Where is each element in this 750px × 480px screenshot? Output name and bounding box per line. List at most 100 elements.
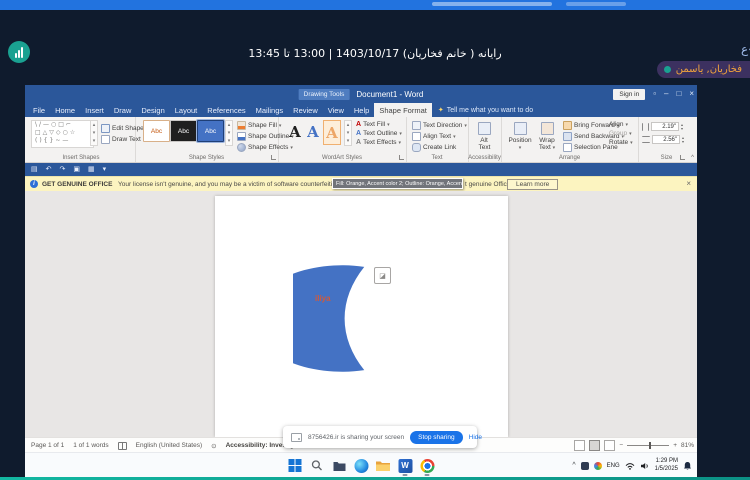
tab-view[interactable]: View — [323, 103, 349, 117]
read-mode-icon[interactable] — [574, 440, 586, 451]
undo-icon[interactable]: ↶ — [46, 166, 52, 173]
sidebar-edge-glyph[interactable]: ع‹ — [741, 42, 750, 56]
crescent-moon-shape[interactable] — [293, 262, 367, 375]
wrap-text-icon — [540, 122, 554, 135]
align-button[interactable]: Align ▾ — [609, 121, 633, 128]
shapes-gallery[interactable]: \/—○□⌐ □△▽◇○☆ (){}~— — [31, 120, 94, 148]
crescent-moon-path[interactable] — [293, 265, 365, 372]
search-button[interactable] — [310, 458, 325, 473]
task-view-button[interactable] — [332, 458, 347, 473]
layout-options-button[interactable]: ◪ — [374, 267, 391, 284]
shape-style-thumb-1[interactable]: Abc — [143, 120, 170, 142]
align-text-button[interactable]: Align Text ▾ — [412, 132, 467, 141]
ribbon: \/—○□⌐ □△▽◇○☆ (){}~— ▴ ▾ ▾ Edit Shape ▾ — [25, 117, 697, 163]
tab-home[interactable]: Home — [50, 103, 80, 117]
wordart-style-2[interactable]: A — [305, 120, 321, 143]
wrap-text-button[interactable]: Wrap Text ▾ — [534, 120, 560, 153]
dropdown-icon: ▾ — [518, 145, 522, 151]
notification-bell-icon[interactable] — [683, 461, 692, 471]
qat-customize-icon[interactable]: ▾ — [103, 166, 107, 173]
edge-button[interactable] — [354, 458, 369, 473]
sign-in-button[interactable]: Sign in — [613, 88, 646, 100]
shape-text[interactable]: iliya — [315, 294, 375, 303]
wordart-style-1[interactable]: A — [287, 120, 303, 143]
group-text: Text Direction ▾ Align Text ▾ Create Lin… — [406, 117, 469, 162]
dialog-launcher-icon[interactable] — [271, 155, 276, 160]
shape-width-input[interactable]: 2.56" — [652, 135, 680, 144]
zoom-slider-thumb[interactable] — [649, 442, 652, 449]
create-link-button[interactable]: Create Link — [412, 143, 467, 152]
minimize-icon[interactable]: – — [664, 90, 668, 98]
document-page[interactable]: iliya ◪ — [215, 196, 508, 437]
clock[interactable]: 1:29 PM 1/5/2025 — [655, 458, 678, 474]
rotate-button[interactable]: Rotate ▾ — [609, 139, 633, 146]
print-layout-icon[interactable] — [589, 440, 601, 451]
text-fill-button[interactable]: A Text Fill ▾ — [356, 121, 402, 128]
dialog-launcher-icon[interactable] — [680, 155, 685, 160]
chrome-taskbar-button[interactable] — [420, 458, 435, 476]
tab-file[interactable]: File — [28, 103, 50, 117]
dialog-launcher-icon[interactable] — [399, 155, 404, 160]
text-direction-label: Text Direction — [423, 122, 463, 129]
width-spinner[interactable]: ▴ ▾ — [682, 135, 684, 144]
start-button[interactable] — [288, 458, 303, 473]
tray-chevron-up-icon[interactable]: ^ — [572, 462, 575, 469]
dropdown-icon: ▾ — [625, 121, 628, 128]
hide-link[interactable]: Hide — [469, 434, 482, 441]
tab-draw[interactable]: Draw — [109, 103, 137, 117]
clipboard-icon[interactable]: ▦ — [88, 166, 95, 173]
touch-mode-icon[interactable]: ▣ — [73, 166, 80, 173]
maximize-icon[interactable]: □ — [676, 90, 681, 98]
wordart-style-3-hovered[interactable]: A — [323, 120, 341, 145]
position-button[interactable]: Position ▾ — [507, 120, 533, 153]
shape-styles-scroll[interactable]: ▴ ▾ ▾ — [225, 120, 233, 146]
learn-more-button[interactable]: Learn more — [507, 179, 559, 190]
tab-mailings[interactable]: Mailings — [251, 103, 289, 117]
redo-icon[interactable]: ↷ — [60, 166, 66, 173]
save-icon[interactable]: ▤ — [31, 166, 38, 173]
shape-height-input[interactable]: 2.19" — [651, 122, 679, 131]
tab-references[interactable]: References — [202, 103, 250, 117]
tell-me-search[interactable]: ✦ Tell me what you want to do — [432, 103, 539, 117]
tray-account-icon[interactable] — [593, 461, 602, 470]
word-count[interactable]: 1 of 1 words — [73, 442, 108, 449]
stop-sharing-button[interactable]: Stop sharing — [410, 430, 463, 444]
text-effects-button[interactable]: A Text Effects ▾ — [356, 139, 402, 146]
zoom-percent[interactable]: 81% — [681, 442, 694, 449]
volume-icon[interactable] — [640, 462, 650, 470]
collapse-ribbon-icon[interactable]: ^ — [691, 155, 694, 161]
tab-help[interactable]: Help — [349, 103, 374, 117]
web-layout-icon[interactable] — [604, 440, 616, 451]
language-badge[interactable]: ENG — [607, 463, 620, 469]
group-button[interactable]: Group ▾ — [609, 130, 633, 137]
zoom-in-icon[interactable]: + — [673, 442, 677, 449]
page-indicator[interactable]: Page 1 of 1 — [31, 442, 64, 449]
language-indicator[interactable]: English (United States) — [136, 442, 202, 449]
tray-app-icon[interactable] — [580, 461, 589, 470]
tab-design[interactable]: Design — [136, 103, 169, 117]
close-icon[interactable]: × — [689, 90, 694, 98]
file-explorer-button[interactable] — [376, 458, 391, 473]
word-taskbar-button[interactable]: W — [398, 458, 413, 476]
text-direction-button[interactable]: Text Direction ▾ — [412, 121, 467, 130]
ribbon-display-options-icon[interactable]: ▫ — [653, 90, 656, 98]
shapes-gallery-scroll[interactable]: ▴ ▾ ▾ — [90, 120, 98, 146]
shape-style-thumb-3-selected[interactable]: Abc — [197, 120, 224, 142]
zoom-out-icon[interactable]: − — [619, 442, 623, 449]
height-spinner[interactable]: ▴ ▾ — [681, 122, 683, 131]
wordart-scroll[interactable]: ▴ ▾ ▾ — [344, 120, 352, 146]
shapes-gallery-row: □△▽◇○☆ — [35, 129, 78, 136]
accessibility-icon: ⊙ — [211, 442, 217, 450]
tab-insert[interactable]: Insert — [80, 103, 109, 117]
wifi-icon[interactable] — [625, 462, 635, 470]
selection-pane-icon — [563, 143, 572, 152]
tab-review[interactable]: Review — [288, 103, 323, 117]
text-outline-button[interactable]: A Text Outline ▾ — [356, 130, 402, 137]
align-text-icon — [412, 132, 421, 141]
tab-layout[interactable]: Layout — [170, 103, 203, 117]
zoom-slider[interactable] — [627, 442, 670, 449]
warning-close-icon[interactable]: × — [686, 180, 691, 188]
proofing-icon[interactable] — [117, 441, 127, 450]
shape-style-thumb-2[interactable]: Abc — [170, 120, 197, 142]
tab-shape-format[interactable]: Shape Format — [374, 103, 432, 117]
